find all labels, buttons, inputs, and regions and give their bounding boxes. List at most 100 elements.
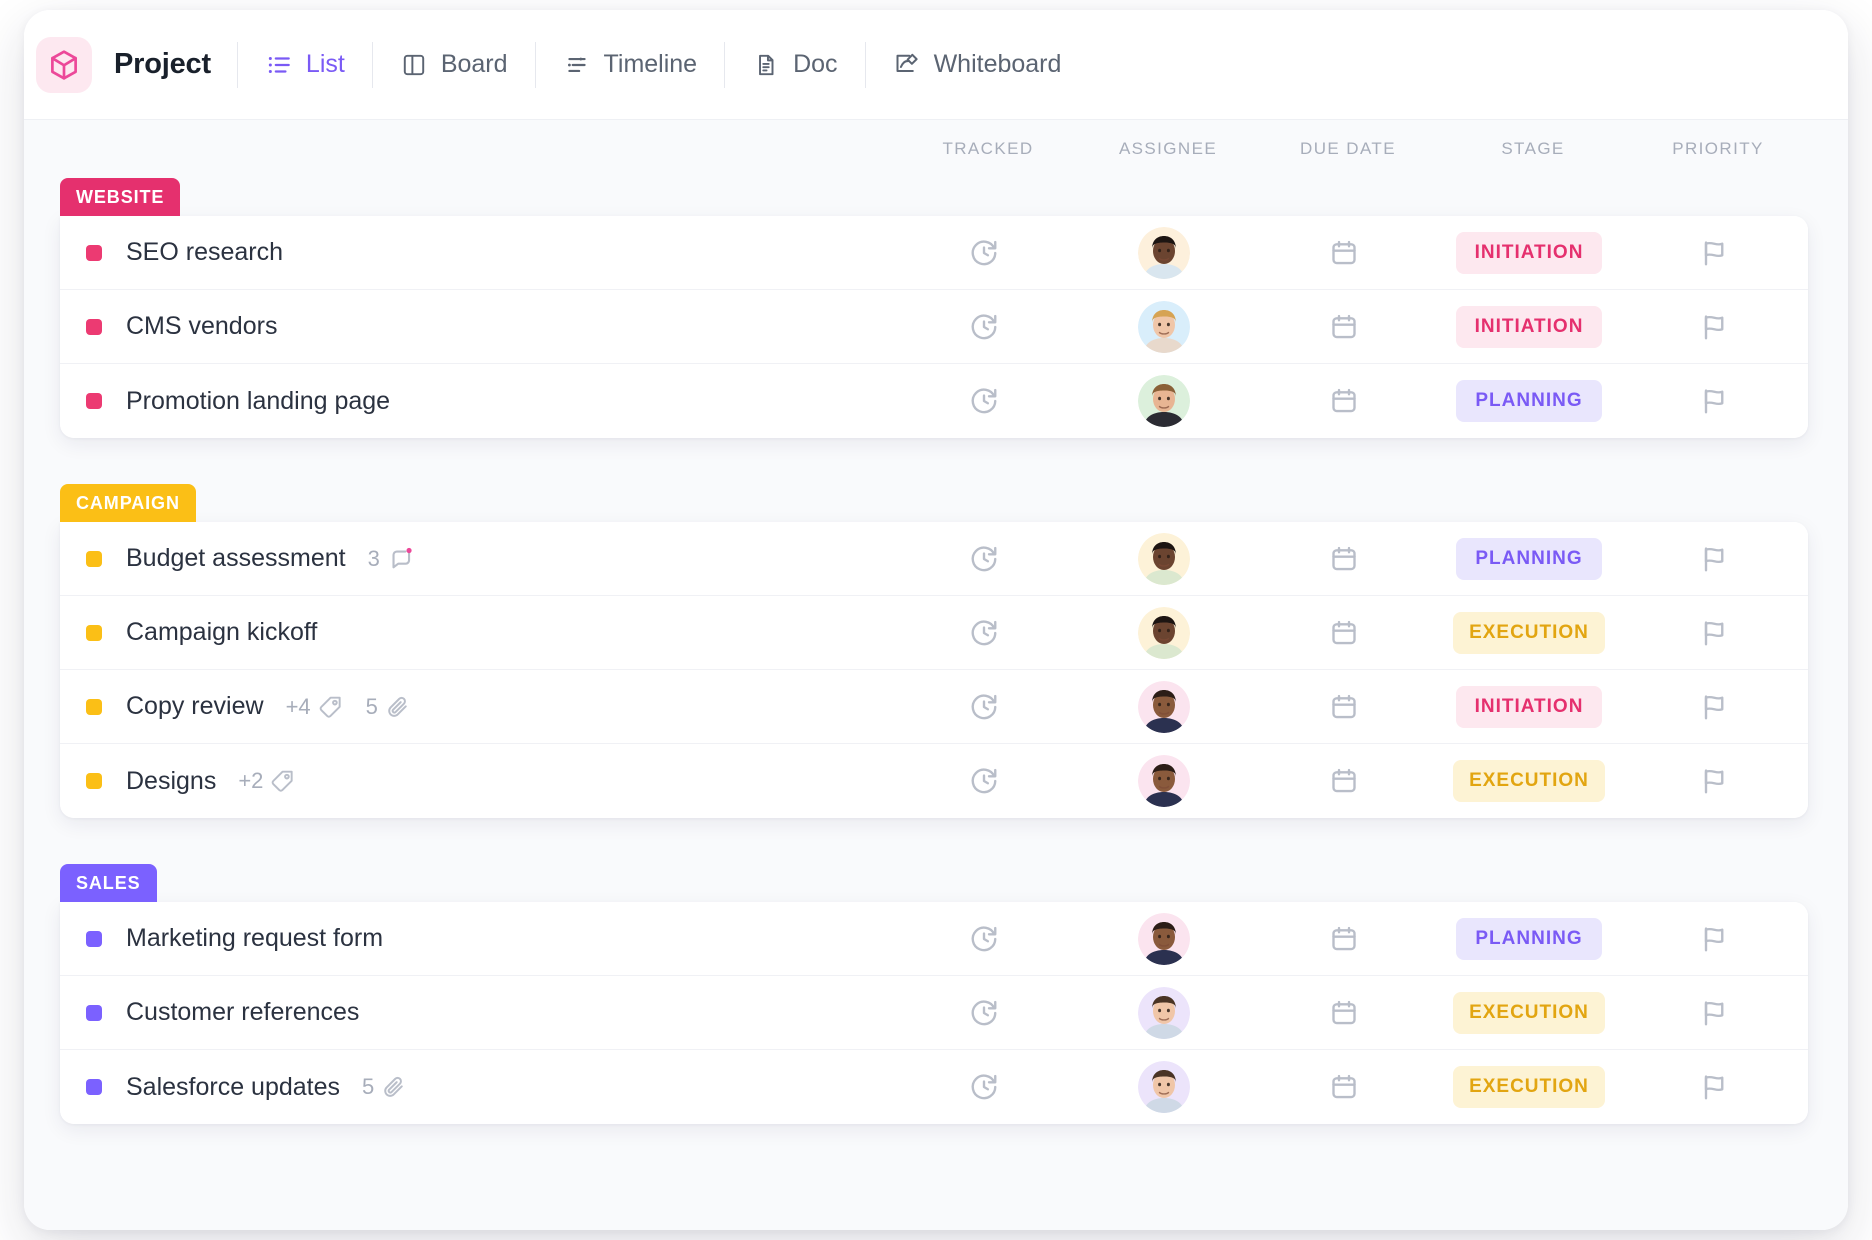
stopwatch-icon[interactable] <box>969 238 999 268</box>
stage-cell[interactable]: INITIATION <box>1434 686 1624 728</box>
tracked-cell[interactable] <box>894 238 1074 268</box>
tag-icon[interactable] <box>270 768 296 794</box>
calendar-icon[interactable] <box>1329 238 1359 268</box>
tracked-cell[interactable] <box>894 692 1074 722</box>
avatar[interactable] <box>1138 1061 1190 1113</box>
stage-cell[interactable]: PLANNING <box>1434 380 1624 422</box>
status-badge[interactable]: PLANNING <box>1456 918 1602 960</box>
task-name-cell[interactable]: Salesforce updates 5 <box>64 1073 894 1102</box>
task-meta[interactable]: 5 <box>366 694 411 720</box>
task-name-cell[interactable]: Campaign kickoff <box>64 618 894 647</box>
flag-icon[interactable] <box>1699 766 1729 796</box>
assignee-cell[interactable] <box>1074 681 1254 733</box>
due-date-cell[interactable] <box>1254 238 1434 268</box>
tracked-cell[interactable] <box>894 1072 1074 1102</box>
table-row[interactable]: Campaign kickoff EXECUTION <box>60 596 1808 670</box>
task-name-cell[interactable]: Copy review +4 5 <box>64 692 894 721</box>
paperclip-icon[interactable] <box>381 1074 407 1100</box>
tab-whiteboard[interactable]: Whiteboard <box>866 50 1089 79</box>
task-name-cell[interactable]: Marketing request form <box>64 924 894 953</box>
status-badge[interactable]: EXECUTION <box>1453 992 1605 1034</box>
flag-icon[interactable] <box>1699 386 1729 416</box>
task-name-cell[interactable]: Budget assessment 3 <box>64 544 894 573</box>
comment-icon[interactable] <box>387 545 414 572</box>
flag-icon[interactable] <box>1699 924 1729 954</box>
task-meta[interactable]: +2 <box>238 768 296 794</box>
stage-cell[interactable]: PLANNING <box>1434 538 1624 580</box>
group-badge[interactable]: WEBSITE <box>60 178 180 216</box>
assignee-cell[interactable] <box>1074 227 1254 279</box>
priority-cell[interactable] <box>1624 692 1804 722</box>
stage-cell[interactable]: PLANNING <box>1434 918 1624 960</box>
column-header-priority[interactable]: PRIORITY <box>1628 139 1808 159</box>
stopwatch-icon[interactable] <box>969 692 999 722</box>
paperclip-icon[interactable] <box>385 694 411 720</box>
calendar-icon[interactable] <box>1329 386 1359 416</box>
priority-cell[interactable] <box>1624 312 1804 342</box>
due-date-cell[interactable] <box>1254 692 1434 722</box>
task-meta[interactable]: +4 <box>286 694 344 720</box>
stopwatch-icon[interactable] <box>969 924 999 954</box>
avatar[interactable] <box>1138 375 1190 427</box>
calendar-icon[interactable] <box>1329 998 1359 1028</box>
assignee-cell[interactable] <box>1074 375 1254 427</box>
status-badge[interactable]: INITIATION <box>1456 686 1602 728</box>
priority-cell[interactable] <box>1624 386 1804 416</box>
table-row[interactable]: Copy review +4 5 <box>60 670 1808 744</box>
tracked-cell[interactable] <box>894 924 1074 954</box>
assignee-cell[interactable] <box>1074 301 1254 353</box>
avatar[interactable] <box>1138 227 1190 279</box>
avatar[interactable] <box>1138 607 1190 659</box>
stopwatch-icon[interactable] <box>969 386 999 416</box>
task-name-cell[interactable]: CMS vendors <box>64 312 894 341</box>
assignee-cell[interactable] <box>1074 913 1254 965</box>
status-badge[interactable]: EXECUTION <box>1453 612 1605 654</box>
stage-cell[interactable]: INITIATION <box>1434 306 1624 348</box>
avatar[interactable] <box>1138 533 1190 585</box>
calendar-icon[interactable] <box>1329 312 1359 342</box>
stopwatch-icon[interactable] <box>969 618 999 648</box>
status-badge[interactable]: INITIATION <box>1456 232 1602 274</box>
calendar-icon[interactable] <box>1329 618 1359 648</box>
table-row[interactable]: Customer references EXECUTION <box>60 976 1808 1050</box>
status-badge[interactable]: INITIATION <box>1456 306 1602 348</box>
stopwatch-icon[interactable] <box>969 1072 999 1102</box>
avatar[interactable] <box>1138 301 1190 353</box>
due-date-cell[interactable] <box>1254 618 1434 648</box>
column-header-due-date[interactable]: DUE DATE <box>1258 139 1438 159</box>
group-badge[interactable]: SALES <box>60 864 157 902</box>
flag-icon[interactable] <box>1699 1072 1729 1102</box>
tracked-cell[interactable] <box>894 618 1074 648</box>
priority-cell[interactable] <box>1624 238 1804 268</box>
task-name-cell[interactable]: Promotion landing page <box>64 387 894 416</box>
tab-board[interactable]: Board <box>373 50 535 79</box>
priority-cell[interactable] <box>1624 998 1804 1028</box>
tracked-cell[interactable] <box>894 998 1074 1028</box>
calendar-icon[interactable] <box>1329 1072 1359 1102</box>
flag-icon[interactable] <box>1699 618 1729 648</box>
task-name-cell[interactable]: SEO research <box>64 238 894 267</box>
stopwatch-icon[interactable] <box>969 544 999 574</box>
table-row[interactable]: Marketing request form PLANNING <box>60 902 1808 976</box>
table-row[interactable]: Budget assessment 3 <box>60 522 1808 596</box>
task-meta[interactable]: 3 <box>368 545 414 572</box>
calendar-icon[interactable] <box>1329 544 1359 574</box>
avatar[interactable] <box>1138 987 1190 1039</box>
assignee-cell[interactable] <box>1074 533 1254 585</box>
due-date-cell[interactable] <box>1254 924 1434 954</box>
group-badge[interactable]: CAMPAIGN <box>60 484 196 522</box>
assignee-cell[interactable] <box>1074 987 1254 1039</box>
due-date-cell[interactable] <box>1254 312 1434 342</box>
avatar[interactable] <box>1138 681 1190 733</box>
task-name-cell[interactable]: Customer references <box>64 998 894 1027</box>
priority-cell[interactable] <box>1624 544 1804 574</box>
tab-timeline[interactable]: Timeline <box>536 50 725 79</box>
flag-icon[interactable] <box>1699 692 1729 722</box>
tracked-cell[interactable] <box>894 312 1074 342</box>
task-name-cell[interactable]: Designs +2 <box>64 767 894 796</box>
status-badge[interactable]: EXECUTION <box>1453 760 1605 802</box>
stage-cell[interactable]: EXECUTION <box>1434 760 1624 802</box>
tracked-cell[interactable] <box>894 386 1074 416</box>
assignee-cell[interactable] <box>1074 755 1254 807</box>
flag-icon[interactable] <box>1699 998 1729 1028</box>
